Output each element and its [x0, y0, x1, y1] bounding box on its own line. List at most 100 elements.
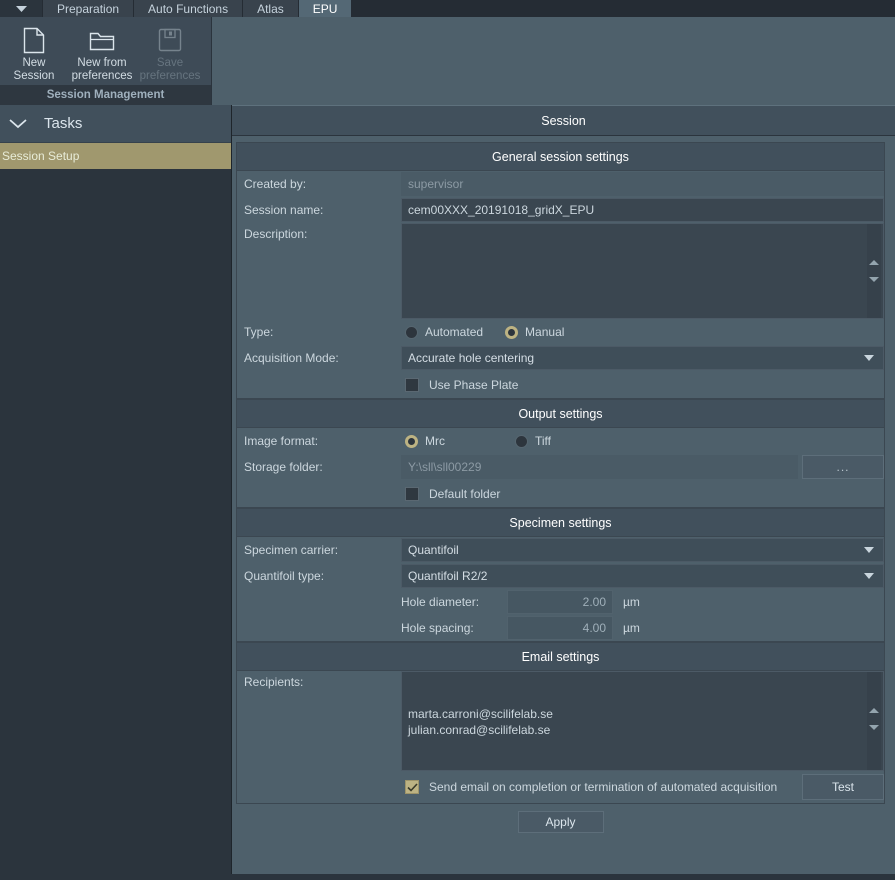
- tab-atlas[interactable]: Atlas: [243, 0, 298, 17]
- hole-spacing-label: Hole spacing:: [401, 621, 474, 635]
- quantifoil-type-label: Quantifoil type:: [244, 569, 325, 583]
- scroll-down-icon[interactable]: [869, 277, 879, 282]
- group-body: Image format: Mrc Tiff Storage folder: Y…: [237, 428, 884, 507]
- radio-automated[interactable]: Automated: [405, 325, 483, 339]
- row-send-email: Send email on completion or termination …: [237, 771, 884, 803]
- type-label: Type:: [244, 325, 274, 339]
- radio-tiff[interactable]: Tiff: [515, 434, 551, 448]
- type-radio-group: Automated Manual: [401, 325, 884, 339]
- image-format-label: Image format:: [244, 434, 319, 448]
- checkbox-icon: [405, 486, 419, 501]
- storage-folder-input[interactable]: Y:\sll\sll00229: [401, 455, 798, 479]
- checkbox-send-email[interactable]: Send email on completion or termination …: [405, 780, 798, 794]
- row-recipients: Recipients: marta.carroni@scilifelab.se …: [237, 671, 884, 771]
- recipients-scrollbar[interactable]: [867, 672, 881, 770]
- sidebar-empty-area: [0, 169, 231, 874]
- group-specimen-settings: Specimen settings Specimen carrier: Quan…: [236, 508, 885, 642]
- chevron-down-icon: [864, 547, 874, 553]
- scroll-up-icon[interactable]: [869, 708, 879, 713]
- new-from-preferences-button[interactable]: New from preferences: [68, 22, 136, 83]
- recipients-label: Recipients:: [244, 675, 304, 689]
- radio-mrc[interactable]: Mrc: [405, 434, 445, 448]
- row-specimen-carrier: Specimen carrier: Quantifoil: [237, 537, 884, 563]
- row-session-name: Session name: cem00XXX_20191018_gridX_EP…: [237, 197, 884, 223]
- save-preferences-button[interactable]: Save preferences: [136, 22, 204, 83]
- ribbon-menu-dropdown-button[interactable]: [0, 0, 42, 17]
- specimen-carrier-select[interactable]: Quantifoil: [401, 538, 884, 562]
- tab-bar-filler: [351, 0, 895, 17]
- row-hole-spacing: Hole spacing: 4.00 µm: [237, 615, 884, 641]
- tab-label: EPU: [312, 1, 338, 16]
- specimen-carrier-field-wrap: Quantifoil: [401, 538, 884, 562]
- row-storage-folder: Storage folder: Y:\sll\sll00229 ...: [237, 454, 884, 480]
- sidebar-item-session-setup[interactable]: Session Setup: [0, 143, 231, 169]
- page-title: Session: [232, 105, 895, 136]
- hole-spacing-field-wrap: Hole spacing: 4.00 µm: [401, 616, 884, 640]
- window-body: Tasks Session Setup Session General sess…: [0, 105, 895, 874]
- radio-icon-selected: [405, 434, 418, 448]
- row-default-folder: Default folder: [237, 480, 884, 507]
- browse-folder-button[interactable]: ...: [802, 455, 884, 479]
- new-document-icon: [23, 25, 45, 55]
- apply-bar: Apply: [236, 804, 885, 833]
- scroll-up-icon[interactable]: [869, 260, 879, 265]
- row-created-by: Created by: supervisor: [237, 171, 884, 197]
- row-acquisition-mode: Acquisition Mode: Accurate hole centerin…: [237, 345, 884, 371]
- chevron-down-icon: [864, 355, 874, 361]
- created-by-field-wrap: supervisor: [401, 172, 884, 196]
- description-field-wrap: [401, 223, 884, 319]
- row-hole-diameter: Hole diameter: 2.00 µm: [237, 589, 884, 615]
- row-quantifoil-type: Quantifoil type: Quantifoil R2/2: [237, 563, 884, 589]
- floppy-disk-save-icon: [158, 25, 182, 55]
- tasks-title: Tasks: [44, 115, 83, 132]
- test-email-button[interactable]: Test: [802, 774, 884, 800]
- checkbox-default-folder[interactable]: Default folder: [405, 486, 500, 501]
- use-phase-plate-wrap: Use Phase Plate: [401, 377, 884, 392]
- acquisition-mode-select[interactable]: Accurate hole centering: [401, 346, 884, 370]
- specimen-carrier-label: Specimen carrier:: [244, 543, 339, 557]
- ribbon-button-row: New Session New from preferences Save pr…: [0, 17, 211, 85]
- chevron-down-icon: [15, 5, 27, 12]
- quantifoil-type-select[interactable]: Quantifoil R2/2: [401, 564, 884, 588]
- default-folder-wrap: Default folder: [401, 486, 884, 501]
- group-body: Recipients: marta.carroni@scilifelab.se …: [237, 671, 884, 803]
- epu-session-setup-window: Preparation Auto Functions Atlas EPU New…: [0, 0, 895, 880]
- session-name-input[interactable]: cem00XXX_20191018_gridX_EPU: [401, 198, 884, 222]
- send-email-wrap: Send email on completion or termination …: [401, 774, 884, 800]
- image-format-radio-group: Mrc Tiff: [401, 434, 884, 448]
- radio-icon: [405, 325, 418, 339]
- radio-icon: [515, 434, 528, 448]
- specimen-carrier-value: Quantifoil: [408, 543, 459, 557]
- scroll-down-icon[interactable]: [869, 725, 879, 730]
- checkbox-label: Send email on completion or termination …: [429, 780, 778, 794]
- group-header: Email settings: [237, 643, 884, 671]
- ribbon-group-title: Session Management: [0, 85, 211, 105]
- tab-preparation[interactable]: Preparation: [43, 0, 134, 17]
- description-textarea[interactable]: [401, 223, 884, 319]
- session-name-field-wrap: cem00XXX_20191018_gridX_EPU: [401, 198, 884, 222]
- recipients-textarea[interactable]: marta.carroni@scilifelab.se julian.conra…: [401, 671, 884, 771]
- tab-label: Auto Functions: [148, 1, 229, 16]
- group-output-settings: Output settings Image format: Mrc Tiff S…: [236, 399, 885, 508]
- session-panel: Session General session settings Created…: [232, 105, 895, 874]
- chevron-down-icon: [864, 573, 874, 579]
- radio-manual[interactable]: Manual: [505, 325, 564, 339]
- tab-epu[interactable]: EPU: [298, 0, 352, 17]
- radio-label: Tiff: [535, 434, 552, 448]
- tab-auto-functions[interactable]: Auto Functions: [134, 0, 243, 17]
- new-session-button[interactable]: New Session: [0, 22, 68, 83]
- quantifoil-type-field-wrap: Quantifoil R2/2: [401, 564, 884, 588]
- open-folder-icon: [89, 25, 115, 55]
- checkbox-use-phase-plate[interactable]: Use Phase Plate: [405, 377, 518, 392]
- created-by-input: supervisor: [401, 172, 884, 196]
- description-scrollbar[interactable]: [867, 224, 881, 318]
- apply-button[interactable]: Apply: [517, 811, 604, 833]
- sidebar-item-label: Session Setup: [2, 149, 80, 163]
- group-body: Created by: supervisor Session name: cem…: [237, 171, 884, 398]
- tasks-panel-header[interactable]: Tasks: [0, 105, 231, 143]
- window-bottom-edge: [0, 874, 895, 880]
- recipient-line: julian.conrad@scilifelab.se: [408, 723, 551, 737]
- quantifoil-type-value: Quantifoil R2/2: [408, 569, 488, 583]
- row-image-format: Image format: Mrc Tiff: [237, 428, 884, 454]
- checkbox-icon: [405, 377, 419, 392]
